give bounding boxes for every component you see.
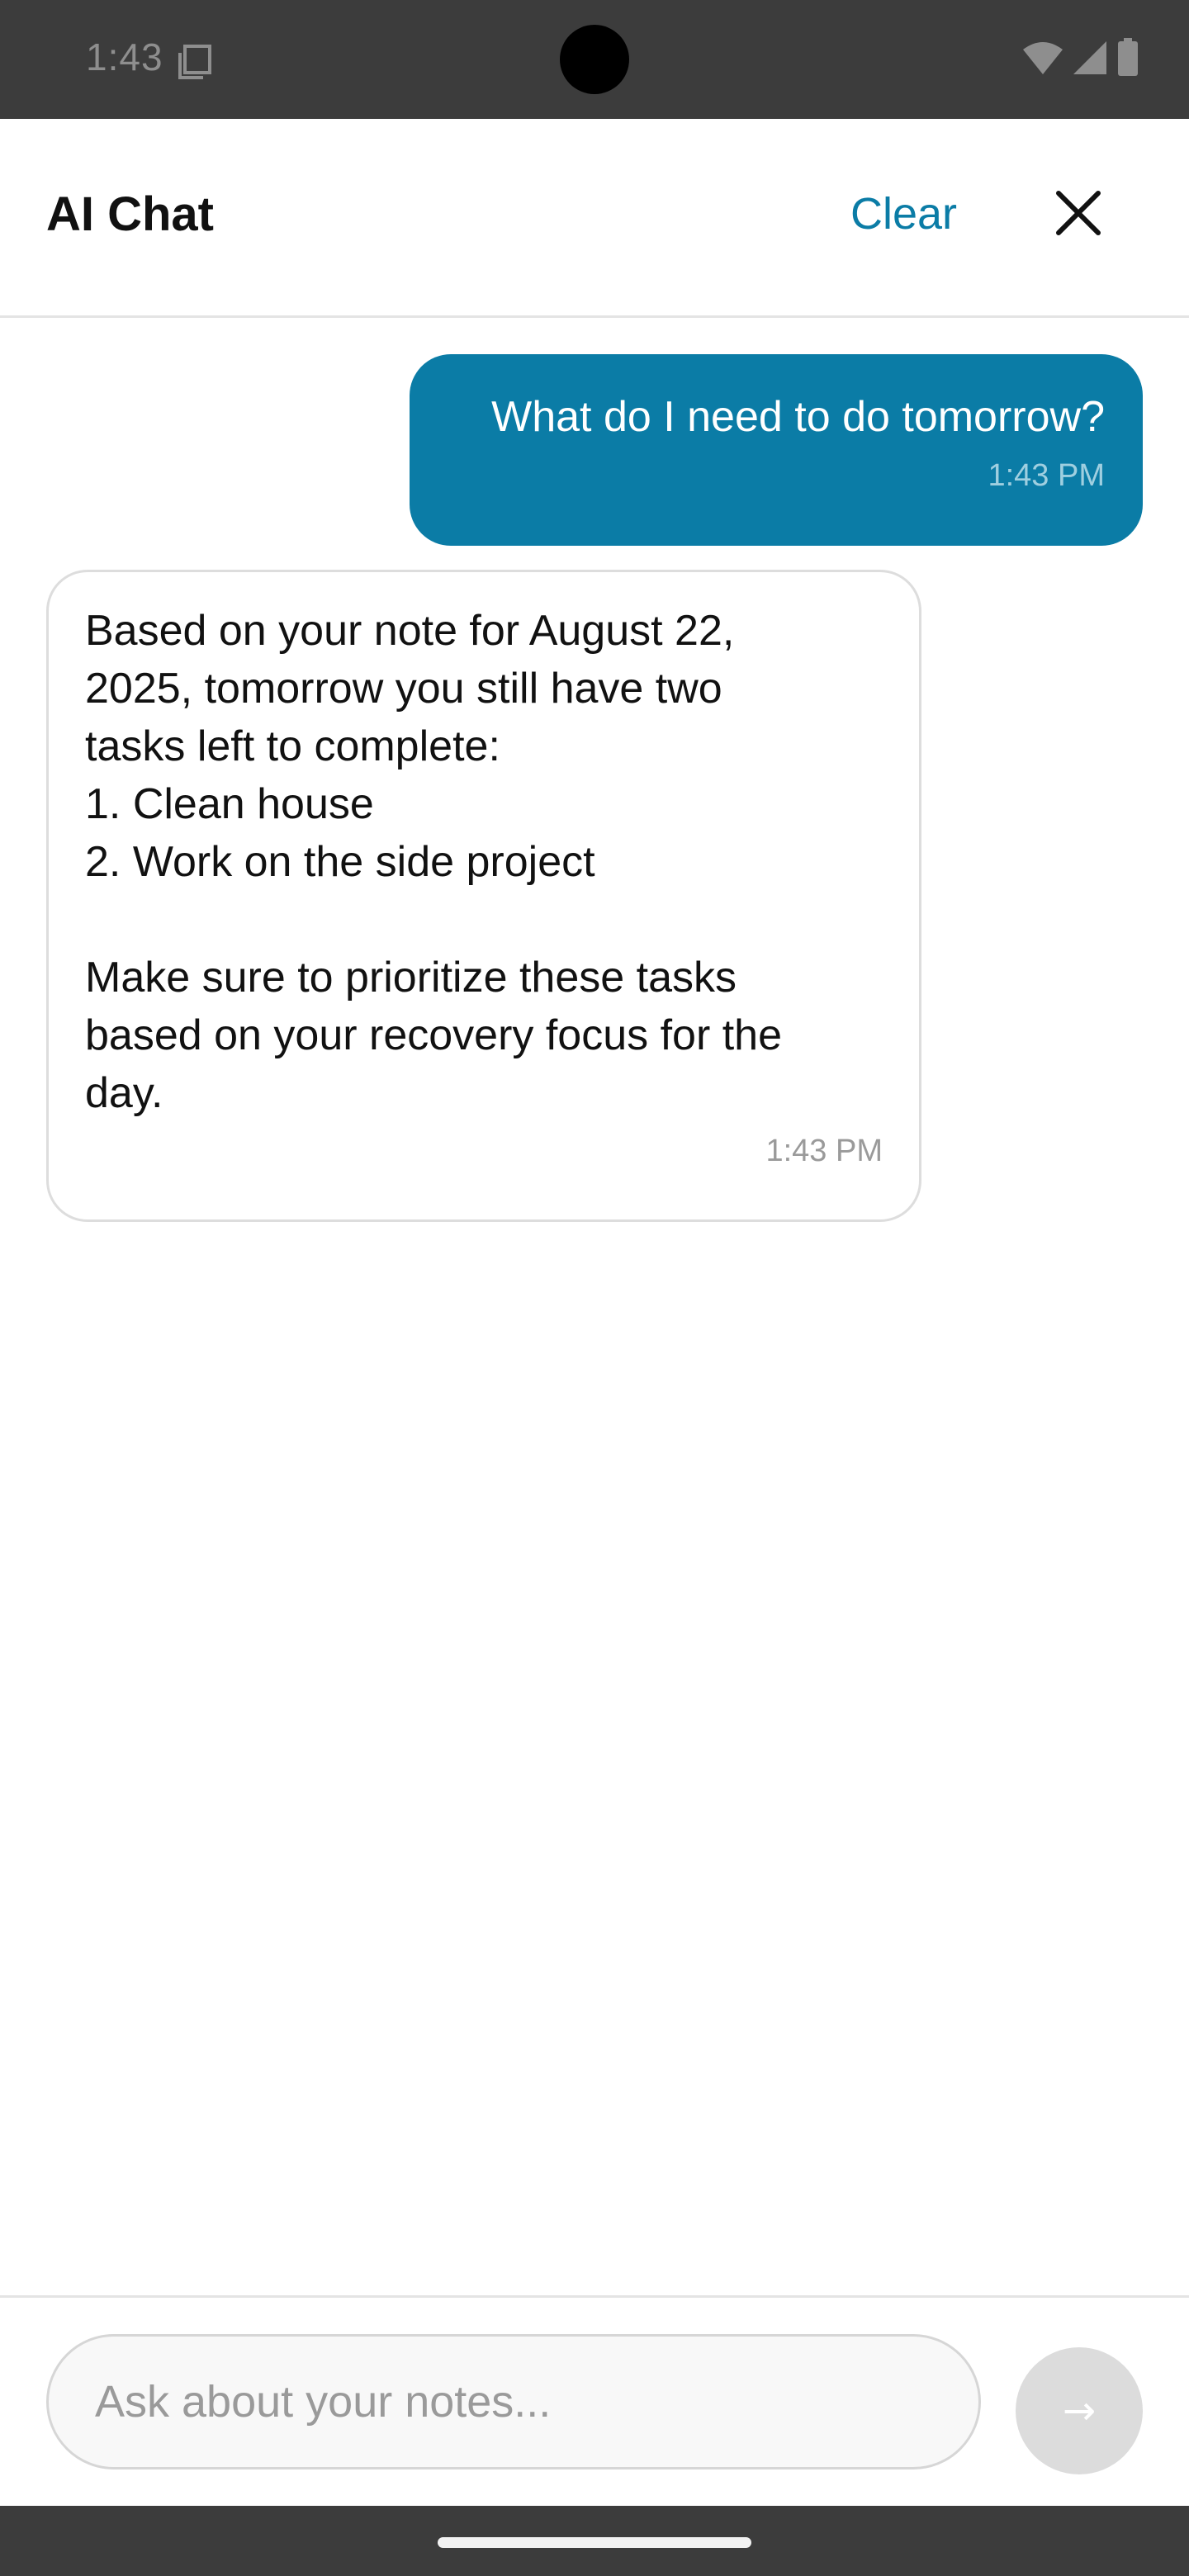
chat-input[interactable]	[46, 2334, 981, 2469]
home-gesture-handle[interactable]	[438, 2537, 751, 2548]
ai-message-line: 1. Clean house	[85, 780, 374, 828]
arrow-right-icon: →	[1062, 2388, 1097, 2434]
cellular-signal-icon	[1073, 41, 1106, 74]
user-message-bubble: What do I need to do tomorrow? 1:43 PM	[410, 354, 1143, 546]
ai-message-line: Based on your note for August 22,	[85, 607, 735, 655]
status-icons	[1022, 38, 1139, 78]
ai-message-line: day.	[85, 1069, 163, 1117]
ai-message-text: Based on your note for August 22, 2025, …	[85, 602, 883, 1122]
ai-message-bubble: Based on your note for August 22, 2025, …	[46, 570, 921, 1222]
screenshot-icon	[178, 45, 211, 79]
message-list[interactable]: What do I need to do tomorrow? 1:43 PM B…	[0, 318, 1189, 2295]
navigation-bar	[0, 2506, 1189, 2576]
ai-message-line: Make sure to prioritize these tasks	[85, 954, 737, 1002]
composer-bar: →	[0, 2295, 1189, 2506]
chat-header: AI Chat Clear	[0, 119, 1189, 318]
battery-icon	[1118, 38, 1138, 76]
status-bar: 1:43	[0, 0, 1189, 119]
ai-message-line: 2. Work on the side project	[85, 838, 595, 886]
close-button[interactable]	[1042, 177, 1115, 249]
close-icon	[1056, 191, 1101, 235]
wifi-icon	[1023, 42, 1063, 74]
user-message-text: What do I need to do tomorrow?	[491, 393, 1105, 441]
ai-message-line: 2025, tomorrow you still have two	[85, 665, 722, 713]
ai-message-line: based on your recovery focus for the	[85, 1011, 783, 1059]
page-title: AI Chat	[46, 187, 214, 241]
ai-message-time: 1:43 PM	[765, 1134, 883, 1168]
send-button[interactable]: →	[1016, 2347, 1143, 2474]
user-message-time: 1:43 PM	[988, 458, 1105, 493]
status-time: 1:43	[86, 36, 163, 78]
camera-cutout	[560, 25, 629, 94]
ai-message-line: tasks left to complete:	[85, 722, 500, 770]
clear-button[interactable]: Clear	[850, 188, 957, 239]
